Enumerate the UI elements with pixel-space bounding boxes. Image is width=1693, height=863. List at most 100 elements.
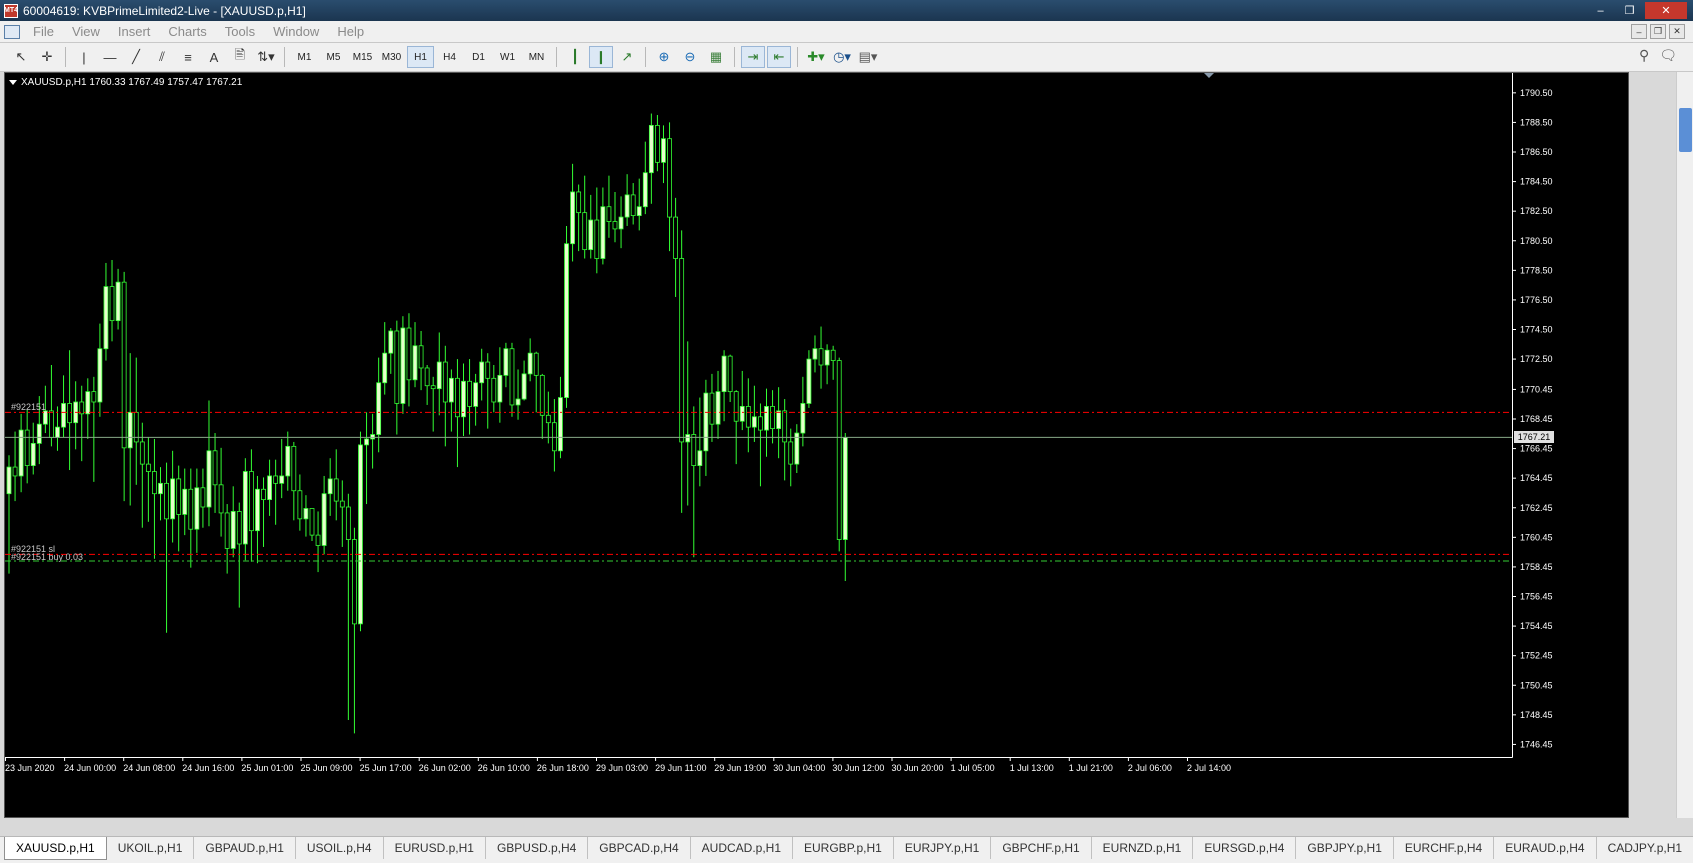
chart-shift-icon[interactable]: ⇤ [767, 46, 791, 68]
search-icon[interactable]: ⚲ [1639, 47, 1649, 64]
candle-body [800, 403, 806, 434]
chart-tab[interactable]: GBPCAD.p,H4 [588, 837, 691, 859]
time-tick-label: 1 Jul 05:00 [951, 763, 995, 773]
chart-tab[interactable]: GBPJPY.p,H1 [1296, 837, 1394, 859]
indicators-dropdown-icon[interactable]: ✚▾ [804, 46, 828, 68]
chart-tab[interactable]: EURJPY.p,H1 [894, 837, 992, 859]
chat-icon[interactable]: 🗨 [1659, 47, 1677, 64]
chart-tab[interactable]: EURSGD.p,H4 [1193, 837, 1297, 859]
menu-file[interactable]: File [24, 24, 63, 39]
chart-tab[interactable]: GBPCHF.p,H1 [991, 837, 1092, 859]
horizontal-line-icon[interactable]: — [98, 46, 122, 68]
candlestick-chart-icon[interactable]: ❙ [589, 46, 613, 68]
menu-help[interactable]: Help [328, 24, 373, 39]
candle-body [473, 382, 479, 407]
toolbar-separator [797, 47, 798, 67]
chart-tab[interactable]: GBPAUD.p,H1 [194, 837, 296, 859]
cursor-icon[interactable]: ↖ [9, 46, 33, 68]
line-chart-icon[interactable]: ↗ [615, 46, 639, 68]
chart-tab[interactable]: XAUUSD.p,H1 [4, 837, 107, 860]
timeframe-m5[interactable]: M5 [320, 46, 347, 68]
timeframe-m15[interactable]: M15 [349, 46, 376, 68]
chart-tab[interactable]: EURNZD.p,H1 [1092, 837, 1194, 859]
menu-window[interactable]: Window [264, 24, 328, 39]
vertical-scrollbar[interactable] [1676, 72, 1693, 818]
vertical-line-icon[interactable]: | [72, 46, 96, 68]
time-tick-label: 26 Jun 10:00 [478, 763, 530, 773]
chart-tab[interactable]: USOIL.p,H4 [296, 837, 384, 859]
chart-tab[interactable]: GBPUSD.p,H4 [486, 837, 589, 859]
price-tick-label: 1788.50 [1520, 117, 1553, 127]
candle-body [67, 403, 72, 424]
child-close-icon[interactable]: ✕ [1669, 24, 1685, 39]
timeframe-mn[interactable]: MN [523, 46, 550, 68]
candle-body [685, 434, 691, 443]
time-tick-label: 30 Jun 20:00 [892, 763, 944, 773]
chart-tab[interactable]: EURUSD.p,H1 [384, 837, 486, 859]
chart-tab[interactable]: EURCHF.p,H4 [1394, 837, 1495, 859]
menu-tools[interactable]: Tools [216, 24, 264, 39]
candle-body [515, 398, 521, 406]
crosshair-icon[interactable]: ✛ [35, 46, 59, 68]
time-tick-label: 24 Jun 08:00 [123, 763, 175, 773]
timeframe-d1[interactable]: D1 [465, 46, 492, 68]
channel-icon[interactable]: ⫽ [150, 46, 174, 68]
timeframe-w1[interactable]: W1 [494, 46, 521, 68]
price-chart[interactable]: 1790.50 1788.50 1786.50 1784.50 1782.50 1780.… [5, 73, 1629, 818]
trendline-icon[interactable]: ╱ [124, 46, 148, 68]
child-restore-icon[interactable]: ❒ [1650, 24, 1666, 39]
zoom-in-icon[interactable]: ⊕ [652, 46, 676, 68]
price-tick-label: 1772.50 [1520, 354, 1553, 364]
restore-icon[interactable]: ❒ [1616, 2, 1643, 19]
chart-tab[interactable]: EURAUD.p,H4 [1494, 837, 1597, 859]
chart-window[interactable]: 1790.50 1788.50 1786.50 1784.50 1782.50 1780.… [4, 72, 1629, 818]
text-label-icon[interactable]: 🖹 [228, 46, 252, 68]
candle-body [224, 512, 230, 549]
templates-dropdown-icon[interactable]: ▤▾ [856, 46, 880, 68]
timeframe-h4[interactable]: H4 [436, 46, 463, 68]
candle-body [558, 397, 563, 452]
candle-body [751, 416, 757, 428]
chart-tabs: XAUUSD.p,H1 UKOIL.p,H1 GBPAUD.p,H1 USOIL.p,… [0, 836, 1693, 863]
timeframe-m1[interactable]: M1 [291, 46, 318, 68]
toolbar: ↖ ✛ | — ╱ ⫽ ≡ A 🖹 ⇅▾ M1 M5 M15 M30 H1 H4… [0, 43, 1693, 72]
candle-body [236, 511, 242, 545]
menu-insert[interactable]: Insert [109, 24, 160, 39]
candle-body [370, 434, 376, 440]
child-minimize-icon[interactable]: – [1631, 24, 1647, 39]
fibonacci-icon[interactable]: ≡ [176, 46, 200, 68]
candle-body [303, 508, 309, 520]
candle-body [242, 471, 248, 545]
document-icon[interactable] [4, 24, 20, 39]
price-tick-label: 1746.45 [1520, 739, 1553, 749]
time-tick-label: 26 Jun 02:00 [419, 763, 471, 773]
minimize-icon[interactable]: – [1587, 2, 1614, 19]
timeframe-h1[interactable]: H1 [407, 46, 434, 68]
candle-body [636, 206, 642, 217]
periods-dropdown-icon[interactable]: ◷▾ [830, 46, 854, 68]
tile-windows-icon[interactable]: ▦ [704, 46, 728, 68]
chart-tab[interactable]: EURGBP.p,H1 [793, 837, 894, 859]
app-icon: MT4 [4, 3, 18, 18]
candle-body [642, 172, 648, 208]
candle-body [394, 330, 400, 404]
menu-bar: File View Insert Charts Tools Window Hel… [0, 21, 1693, 43]
close-icon[interactable]: ✕ [1645, 2, 1687, 19]
chart-tab[interactable]: AUDCAD.p,H1 [691, 837, 794, 859]
candle-body [661, 138, 666, 163]
time-tick-label: 23 Jun 2020 [5, 763, 55, 773]
timeframe-m30[interactable]: M30 [378, 46, 405, 68]
chart-tab[interactable]: CADJPY.p,H1 [1597, 837, 1693, 859]
zoom-out-icon[interactable]: ⊖ [678, 46, 702, 68]
auto-scroll-icon[interactable]: ⇥ [741, 46, 765, 68]
price-tick-label: 1758.45 [1520, 562, 1553, 572]
menu-charts[interactable]: Charts [159, 24, 215, 39]
candle-body [715, 391, 721, 425]
bar-chart-icon[interactable]: ┃ [563, 46, 587, 68]
menu-view[interactable]: View [63, 24, 109, 39]
scrollbar-thumb[interactable] [1679, 108, 1692, 152]
chart-tab[interactable]: UKOIL.p,H1 [107, 837, 195, 859]
arrows-dropdown-icon[interactable]: ⇅▾ [254, 46, 278, 68]
candle-body [564, 243, 569, 398]
text-icon[interactable]: A [202, 46, 226, 68]
